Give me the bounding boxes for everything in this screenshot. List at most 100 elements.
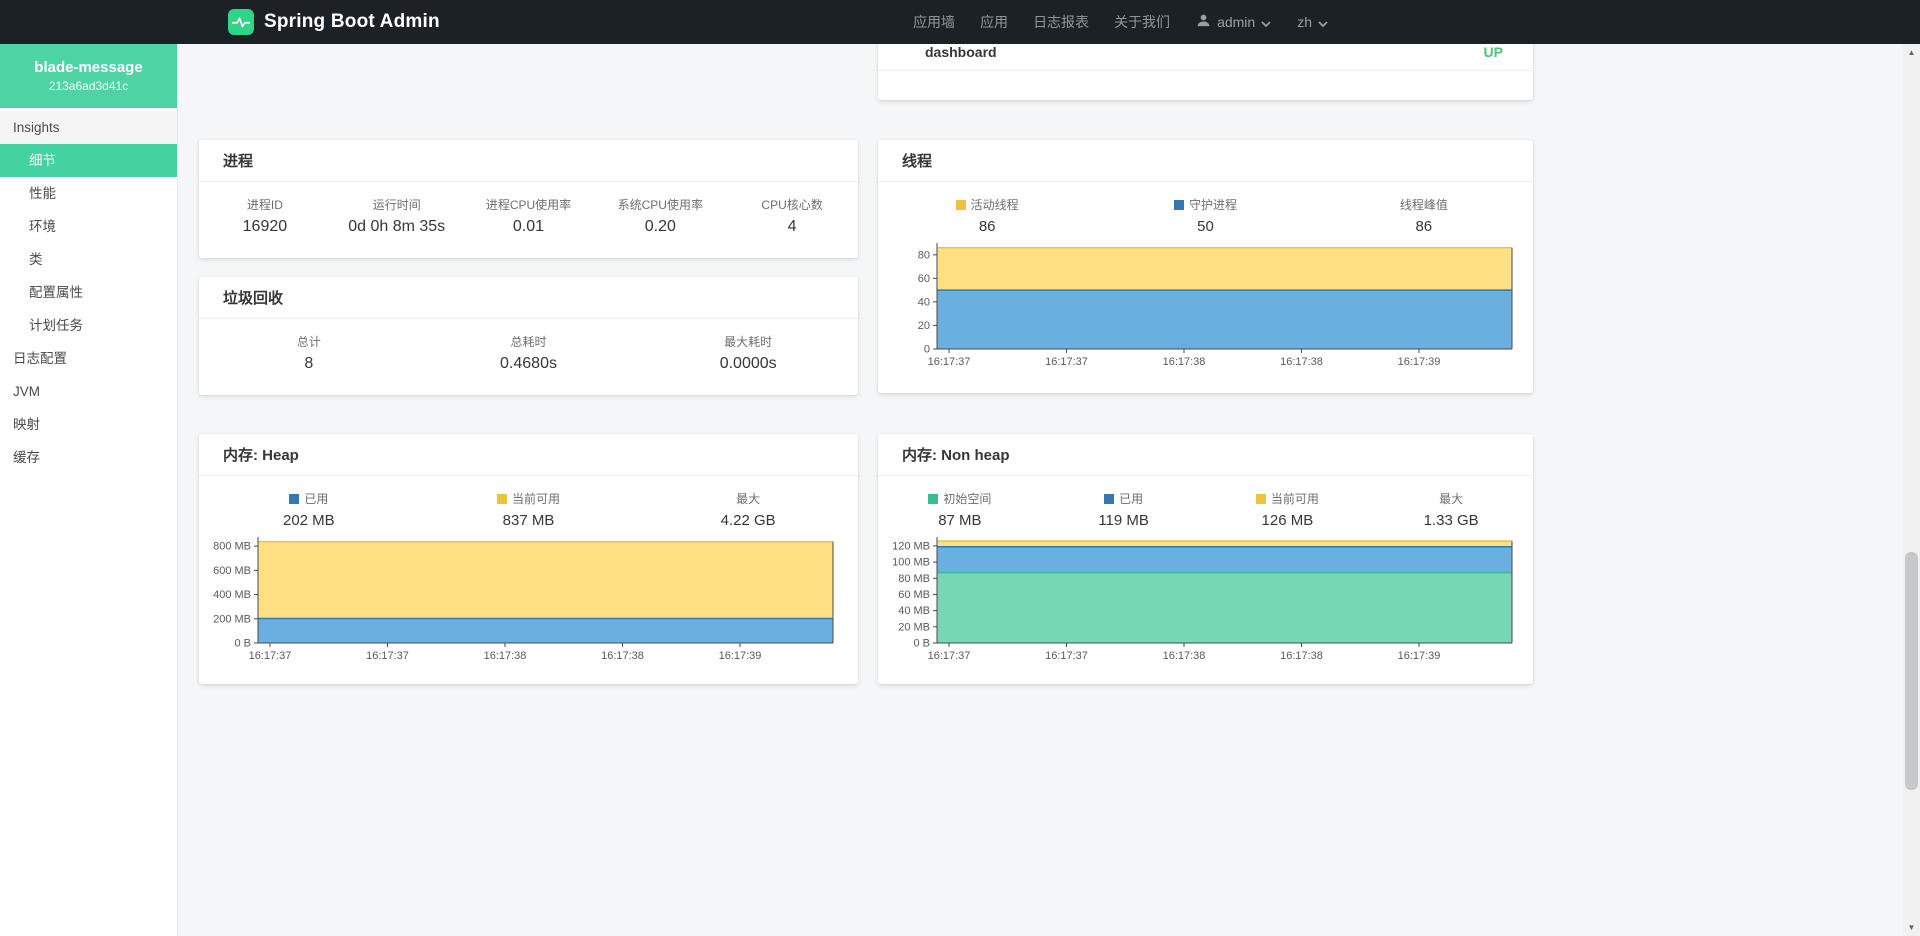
memory-heap-card: 内存: Heap 已用202 MB当前可用837 MB最大4.22 GB 800… — [199, 434, 858, 684]
legend-value: 837 MB — [419, 512, 639, 530]
stat-label: CPU核心数 — [726, 198, 858, 212]
svg-text:0 B: 0 B — [234, 638, 251, 650]
nav-link-2[interactable]: 日志报表 — [1033, 12, 1089, 32]
svg-text:600 MB: 600 MB — [213, 565, 251, 577]
navbar-right: 应用墙 应用 日志报表 关于我们 admin zh — [913, 12, 1328, 32]
sidebar-item-4[interactable]: 类 — [0, 243, 177, 276]
svg-text:120 MB: 120 MB — [892, 540, 930, 552]
heap-legend: 已用202 MB当前可用837 MB最大4.22 GB — [199, 476, 858, 530]
stat-label: 运行时间 — [331, 198, 463, 212]
legend-value: 50 — [1096, 218, 1314, 236]
nav-link-3[interactable]: 关于我们 — [1114, 12, 1170, 32]
navbar: Spring Boot Admin 应用墙 应用 日志报表 关于我们 admin zh — [0, 0, 1920, 44]
legend-item: 当前可用837 MB — [419, 492, 639, 530]
stat: 总计8 — [199, 335, 419, 373]
scrollbar-thumb[interactable] — [1905, 552, 1918, 790]
sidebar-item-6[interactable]: 计划任务 — [0, 309, 177, 342]
sidebar-item-1[interactable]: 细节 — [0, 144, 177, 177]
svg-text:400 MB: 400 MB — [213, 589, 251, 601]
stat-value: 16920 — [199, 218, 331, 236]
garbage-collection-card: 垃圾回收 总计8总耗时0.4680s最大耗时 0.0000s — [199, 277, 858, 395]
svg-text:16:17:38: 16:17:38 — [1163, 650, 1206, 662]
svg-text:16:17:37: 16:17:37 — [249, 650, 292, 662]
svg-text:16:17:37: 16:17:37 — [366, 650, 409, 662]
svg-text:16:17:39: 16:17:39 — [1398, 356, 1441, 368]
svg-text:80: 80 — [918, 249, 930, 261]
svg-text:16:17:37: 16:17:37 — [1045, 650, 1088, 662]
stat-label: 进程CPU使用率 — [463, 198, 595, 212]
legend-label: 守护进程 — [1096, 198, 1314, 212]
legend-item: 初始空间87 MB — [878, 492, 1042, 530]
legend-item: 守护进程 50 — [1096, 198, 1314, 236]
svg-text:60 MB: 60 MB — [898, 589, 930, 601]
instance-header[interactable]: blade-message 213a6ad3d41c — [0, 44, 177, 108]
sidebar-item-3[interactable]: 环境 — [0, 210, 177, 243]
chevron-down-icon — [1318, 14, 1328, 30]
legend-item: 活动线程86 — [878, 198, 1096, 236]
legend-value: 126 MB — [1206, 512, 1370, 530]
nonheap-legend: 初始空间87 MB已用119 MB当前可用126 MB最大1.33 GB — [878, 476, 1533, 530]
memory-nonheap-chart: 120 MB100 MB80 MB60 MB40 MB20 MB0 B16:17… — [885, 537, 1515, 663]
sidebar-item-7[interactable]: 日志配置 — [0, 342, 177, 375]
legend-value: 4.22 GB — [638, 512, 858, 530]
sidebar-item-0[interactable]: Insights — [0, 111, 177, 144]
stat-value: 0.0000s — [638, 355, 858, 373]
svg-text:200 MB: 200 MB — [213, 613, 251, 625]
legend-label: 初始空间 — [878, 492, 1042, 506]
legend-value: 1.33 GB — [1369, 512, 1533, 530]
sidebar-item-9[interactable]: 映射 — [0, 408, 177, 441]
status-badge: UP — [1484, 42, 1503, 62]
threads-chart: 80604020016:17:3716:17:3716:17:3816:17:3… — [885, 243, 1515, 369]
legend-item: 已用119 MB — [1042, 492, 1206, 530]
stat-value: 4 — [726, 218, 858, 236]
svg-text:40: 40 — [918, 296, 930, 308]
card-header: 进程 — [199, 140, 858, 182]
sidebar-item-10[interactable]: 缓存 — [0, 441, 177, 474]
svg-text:60: 60 — [918, 273, 930, 285]
scroll-down-button[interactable]: ▼ — [1903, 919, 1920, 936]
card-title: 垃圾回收 — [223, 287, 283, 308]
stat: CPU核心数 4 — [726, 198, 858, 236]
legend-item: 已用202 MB — [199, 492, 419, 530]
language-menu[interactable]: zh — [1297, 14, 1328, 30]
process-card: 进程 进程ID16920运行时间0d 0h 8m 35s进程CPU使用率0.01… — [199, 140, 858, 258]
stat: 进程CPU使用率0.01 — [463, 198, 595, 236]
svg-text:16:17:37: 16:17:37 — [928, 356, 971, 368]
main-content: dashboard UP 进程 进程ID16920运行时间0d 0h 8m 35… — [178, 44, 1903, 936]
stat-label: 总耗时 — [419, 335, 639, 349]
sidebar-item-5[interactable]: 配置属性 — [0, 276, 177, 309]
sidebar-item-2[interactable]: 性能 — [0, 177, 177, 210]
sidebar: blade-message 213a6ad3d41c Insights细节性能环… — [0, 44, 178, 936]
stat-label: 最大耗时 — [638, 335, 858, 349]
brand[interactable]: Spring Boot Admin — [228, 9, 440, 35]
nav-link-1[interactable]: 应用 — [980, 12, 1008, 32]
svg-text:20 MB: 20 MB — [898, 621, 930, 633]
svg-text:0: 0 — [924, 344, 930, 356]
card-header: 线程 — [878, 140, 1533, 182]
navbar-inner: Spring Boot Admin 应用墙 应用 日志报表 关于我们 admin zh — [228, 0, 1328, 44]
stat-label: 总计 — [199, 335, 419, 349]
gc-stats: 总计8总耗时0.4680s最大耗时 0.0000s — [199, 319, 858, 373]
legend-swatch — [1104, 494, 1114, 504]
application-name: dashboard — [925, 42, 997, 62]
scrollbar[interactable]: ▲ ▼ — [1903, 44, 1920, 936]
spring-boot-admin-logo-icon — [228, 9, 254, 35]
svg-text:16:17:38: 16:17:38 — [1280, 650, 1323, 662]
legend-label: 最大 — [1369, 492, 1533, 506]
sidebar-item-8[interactable]: JVM — [0, 375, 177, 408]
scroll-up-button[interactable]: ▲ — [1903, 44, 1920, 61]
stat: 总耗时0.4680s — [419, 335, 639, 373]
threads-legend: 活动线程86守护进程50线程峰值86 — [878, 182, 1533, 236]
language-label: zh — [1297, 14, 1312, 30]
svg-text:40 MB: 40 MB — [898, 605, 930, 617]
threads-card: 线程 活动线程86守护进程50线程峰值86 80604020016:17:371… — [878, 140, 1533, 393]
user-menu[interactable]: admin — [1196, 13, 1271, 31]
legend-swatch — [289, 494, 299, 504]
stat-value: 0.20 — [594, 218, 726, 236]
nav-link-0[interactable]: 应用墙 — [913, 12, 955, 32]
svg-text:16:17:38: 16:17:38 — [484, 650, 527, 662]
svg-text:16:17:37: 16:17:37 — [1045, 356, 1088, 368]
legend-swatch — [1174, 200, 1184, 210]
legend-swatch — [928, 494, 938, 504]
svg-text:16:17:38: 16:17:38 — [1280, 356, 1323, 368]
